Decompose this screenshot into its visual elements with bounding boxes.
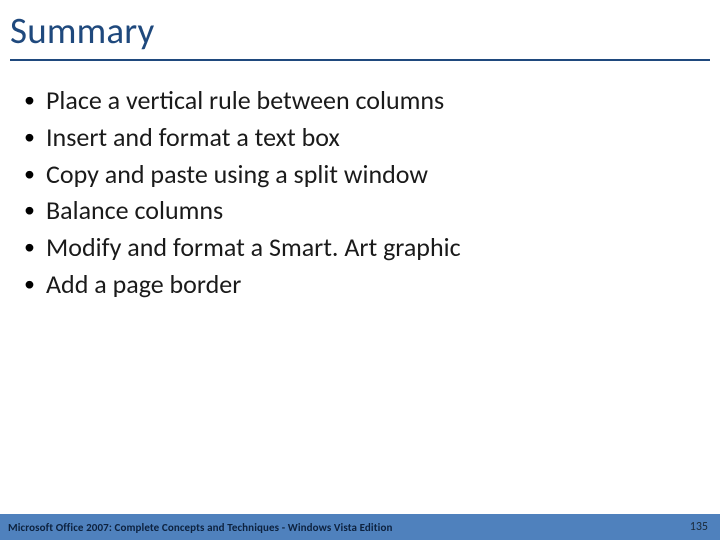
bullet-text: Insert and format a text box xyxy=(46,120,710,155)
list-item: • Add a page border xyxy=(24,267,710,302)
title-block: Summary xyxy=(0,0,720,65)
bullet-text: Modify and format a Smart. Art graphic xyxy=(46,230,710,265)
footer-text: Microsoft Office 2007: Complete Concepts… xyxy=(8,521,392,534)
bullet-icon: • xyxy=(24,157,46,190)
list-item: • Modify and format a Smart. Art graphic xyxy=(24,230,710,265)
list-item: • Copy and paste using a split window xyxy=(24,157,710,192)
bullet-icon: • xyxy=(24,230,46,263)
bullet-text: Add a page border xyxy=(46,267,710,302)
bullet-list: • Place a vertical rule between columns … xyxy=(24,83,710,302)
title-underline xyxy=(10,59,710,61)
bullet-icon: • xyxy=(24,193,46,226)
slide: Summary • Place a vertical rule between … xyxy=(0,0,720,540)
bullet-icon: • xyxy=(24,83,46,116)
bullet-text: Balance columns xyxy=(46,193,710,228)
page-number: 135 xyxy=(690,520,708,534)
bullet-text: Copy and paste using a split window xyxy=(46,157,710,192)
slide-title: Summary xyxy=(10,8,710,53)
list-item: • Balance columns xyxy=(24,193,710,228)
content-area: • Place a vertical rule between columns … xyxy=(0,65,720,302)
list-item: • Place a vertical rule between columns xyxy=(24,83,710,118)
bullet-icon: • xyxy=(24,120,46,153)
bullet-text: Place a vertical rule between columns xyxy=(46,83,710,118)
bullet-icon: • xyxy=(24,267,46,300)
list-item: • Insert and format a text box xyxy=(24,120,710,155)
footer-bar: Microsoft Office 2007: Complete Concepts… xyxy=(0,514,720,540)
